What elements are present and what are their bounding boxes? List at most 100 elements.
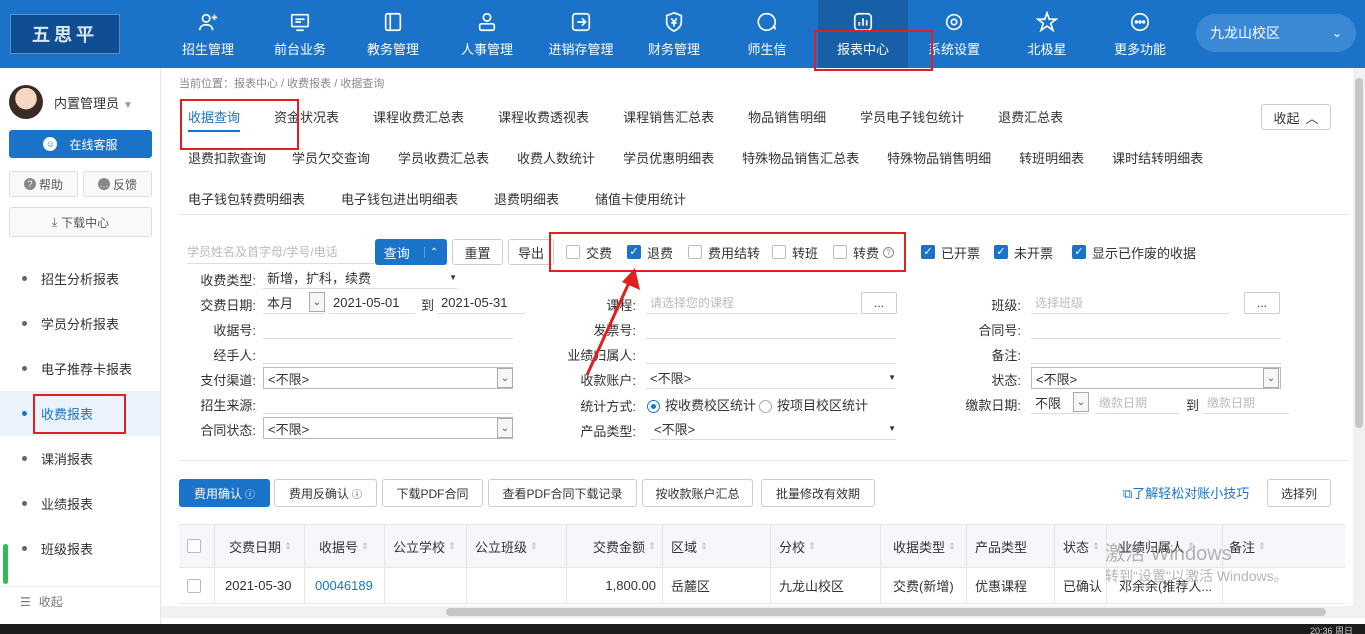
- radio-by-fee-campus[interactable]: 按收费校区统计: [647, 395, 756, 414]
- sidebar-item-fee-report[interactable]: 收费报表: [0, 391, 160, 436]
- col-receipt-no[interactable]: 收据号 ⇕: [305, 525, 385, 567]
- fee-confirm-button[interactable]: 费用确认 ⓘ: [179, 479, 270, 507]
- reconcile-tips-link[interactable]: ⧉了解轻松对账小技巧: [1123, 483, 1249, 502]
- user-menu[interactable]: 内置管理员 ▼: [54, 93, 133, 112]
- tab-card-usage[interactable]: 储值卡使用统计: [584, 180, 697, 216]
- cell-receipt-no-link[interactable]: 00046189: [305, 568, 385, 603]
- tab-fund-status[interactable]: 资金状况表: [263, 98, 350, 134]
- nav-messages[interactable]: 师生信: [729, 0, 805, 68]
- tab-refund-deduction[interactable]: 退费扣款查询: [177, 139, 277, 175]
- col-public-school[interactable]: 公立学校 ⇕: [385, 525, 467, 567]
- class-picker-button[interactable]: ...: [1244, 292, 1280, 314]
- check-fee-transfer[interactable]: 转费?: [833, 242, 895, 262]
- contract-no-input[interactable]: [1031, 317, 1281, 339]
- check-class-transfer[interactable]: 转班: [772, 242, 818, 262]
- nav-finance[interactable]: 财务管理: [636, 0, 712, 68]
- nav-inventory[interactable]: 进销存管理: [538, 0, 624, 68]
- row-checkbox[interactable]: [187, 578, 201, 593]
- tab-fee-headcount[interactable]: 收费人数统计: [506, 139, 606, 175]
- vertical-scrollbar[interactable]: [1353, 68, 1365, 608]
- sidebar-item-lesson-report[interactable]: 课消报表: [0, 436, 160, 481]
- campus-selector[interactable]: 九龙山校区 ⌄: [1196, 14, 1356, 52]
- export-button[interactable]: 导出: [508, 239, 554, 265]
- chevron-down-icon[interactable]: ⌄: [1073, 392, 1089, 412]
- status-select[interactable]: <不限>: [1031, 367, 1281, 389]
- handler-input[interactable]: [263, 342, 513, 364]
- check-show-voided[interactable]: 显示已作废的收据: [1072, 242, 1196, 262]
- tab-wallet-inout[interactable]: 电子钱包进出明细表: [330, 180, 469, 216]
- col-product-type[interactable]: 产品类型: [967, 525, 1055, 567]
- pay-channel-select[interactable]: <不限>: [263, 367, 513, 389]
- class-input[interactable]: 选择班级: [1031, 292, 1229, 314]
- tab-student-arrears[interactable]: 学员欠交查询: [281, 139, 381, 175]
- check-invoiced[interactable]: 已开票: [921, 242, 980, 262]
- feedback-button[interactable]: … 反馈: [83, 171, 152, 197]
- scrollbar-thumb[interactable]: [1355, 78, 1363, 428]
- nav-academic[interactable]: 教务管理: [355, 0, 431, 68]
- online-service-button[interactable]: ☺ 在线客服: [9, 130, 152, 158]
- tab-receipt-query[interactable]: 收据查询: [177, 98, 251, 134]
- tab-refund-detail[interactable]: 退费明细表: [483, 180, 570, 216]
- col-status[interactable]: 状态 ⇕: [1055, 525, 1107, 567]
- radio-by-project-campus[interactable]: 按项目校区统计: [759, 395, 868, 414]
- check-refund[interactable]: 退费: [627, 242, 673, 262]
- tab-wallet-stats[interactable]: 学员电子钱包统计: [849, 98, 975, 134]
- tab-course-sales-summary[interactable]: 课程销售汇总表: [612, 98, 725, 134]
- download-pdf-contract-button[interactable]: 下载PDF合同: [382, 479, 483, 507]
- checkbox-invoiced[interactable]: [921, 245, 935, 259]
- tab-course-fee-summary[interactable]: 课程收费汇总表: [362, 98, 475, 134]
- sidebar-item-class-report[interactable]: 班级报表: [0, 526, 160, 571]
- nav-settings[interactable]: 系统设置: [916, 0, 992, 68]
- chevron-down-icon[interactable]: ⌄: [309, 292, 325, 312]
- checkbox-fee-transfer[interactable]: [833, 245, 847, 259]
- course-picker-button[interactable]: ...: [861, 292, 897, 314]
- invoice-input[interactable]: [646, 317, 896, 339]
- tab-wallet-transfer[interactable]: 电子钱包转费明细表: [177, 180, 316, 216]
- batch-edit-validity-button[interactable]: 批量修改有效期: [761, 479, 875, 507]
- receipt-no-input[interactable]: [263, 317, 513, 339]
- date-to-input[interactable]: 2021-05-31: [437, 292, 525, 314]
- help-button[interactable]: ? 帮助: [9, 171, 78, 197]
- choose-columns-button[interactable]: 选择列: [1267, 479, 1331, 507]
- tab-class-transfer[interactable]: 转班明细表: [1008, 139, 1095, 175]
- checkbox-pay[interactable]: [566, 245, 580, 259]
- nav-hr[interactable]: 人事管理: [449, 0, 525, 68]
- avatar[interactable]: [9, 85, 43, 119]
- tab-student-fee-summary[interactable]: 学员收费汇总表: [387, 139, 500, 175]
- tab-special-goods-detail[interactable]: 特殊物品销售明细: [876, 139, 1002, 175]
- sidebar-item-recruit-analysis[interactable]: 招生分析报表: [0, 256, 160, 301]
- perf-owner-input[interactable]: [646, 342, 896, 364]
- search-input[interactable]: 学员姓名及首字母/学号/电话: [187, 240, 375, 264]
- tab-hour-carryover[interactable]: 课时结转明细表: [1101, 139, 1214, 175]
- checkbox-show-voided[interactable]: [1072, 245, 1086, 259]
- pdf-download-log-button[interactable]: 查看PDF合同下载记录: [488, 479, 637, 507]
- nav-reports[interactable]: 报表中心: [818, 0, 908, 68]
- date-from-input[interactable]: 2021-05-01: [329, 292, 415, 314]
- col-branch[interactable]: 分校 ⇕: [771, 525, 881, 567]
- sidebar-collapse-button[interactable]: ☰ 收起: [0, 586, 160, 616]
- remark-input[interactable]: [1031, 342, 1281, 364]
- col-pay-date[interactable]: 交费日期 ⇕: [215, 525, 305, 567]
- checkbox-fee-carryover[interactable]: [688, 245, 702, 259]
- sidebar-item-performance-report[interactable]: 业绩报表: [0, 481, 160, 526]
- product-type-select[interactable]: <不限> ▼: [650, 418, 896, 440]
- tab-discount-detail[interactable]: 学员优惠明细表: [612, 139, 725, 175]
- tab-course-fee-pivot[interactable]: 课程收费透视表: [487, 98, 600, 134]
- chevron-down-icon[interactable]: ⌄: [1263, 368, 1279, 388]
- check-fee-carryover[interactable]: 费用结转: [688, 242, 760, 262]
- nav-polaris[interactable]: 北极星: [1009, 0, 1085, 68]
- checkbox-not-invoiced[interactable]: [994, 245, 1008, 259]
- query-button[interactable]: 查询 ⌃: [375, 239, 447, 265]
- tab-special-goods-summary[interactable]: 特殊物品销售汇总表: [731, 139, 870, 175]
- sidebar-item-referral-report[interactable]: 电子推荐卡报表: [0, 346, 160, 391]
- pay-due-to-input[interactable]: 缴款日期: [1203, 392, 1289, 414]
- nav-more[interactable]: 更多功能: [1102, 0, 1178, 68]
- col-receipt-type[interactable]: 收据类型 ⇕: [881, 525, 967, 567]
- col-amount[interactable]: 交费金额 ⇕: [567, 525, 663, 567]
- course-input[interactable]: 请选择您的课程: [646, 292, 858, 314]
- checkbox-refund[interactable]: [627, 245, 641, 259]
- receipt-type-select[interactable]: 新增，扩科，续费 ▼: [263, 267, 457, 289]
- help-icon[interactable]: ?: [883, 246, 895, 258]
- check-not-invoiced[interactable]: 未开票: [994, 242, 1053, 262]
- account-summary-button[interactable]: 按收款账户汇总: [642, 479, 753, 507]
